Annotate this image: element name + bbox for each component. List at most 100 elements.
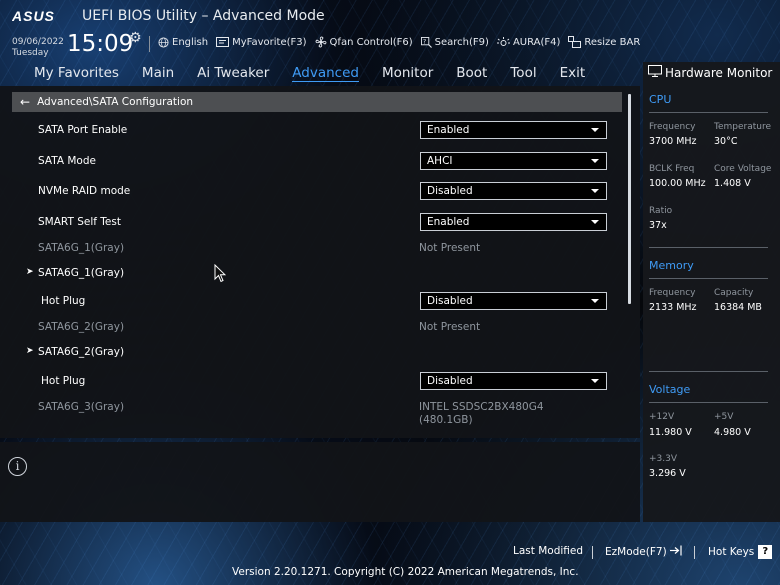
- nvme-raid-mode-dropdown[interactable]: Disabled: [420, 182, 607, 200]
- date-display: 09/06/2022 Tuesday: [12, 37, 64, 59]
- v5-value: 4.980 V: [714, 427, 751, 438]
- voltage-top-divider: [649, 371, 768, 372]
- aura-button[interactable]: AURA(F4): [496, 36, 560, 48]
- aura-icon: [496, 36, 510, 48]
- gear-icon[interactable]: ⚙: [129, 30, 142, 46]
- mouse-cursor-icon: [214, 263, 227, 286]
- globe-icon: [158, 36, 169, 48]
- dropdown-value: Disabled: [427, 185, 473, 197]
- cpu-heading: CPU: [649, 93, 672, 106]
- hardware-monitor-label: Hardware Monitor: [665, 65, 773, 80]
- memory-frequency-value: 2133 MHz: [649, 302, 697, 313]
- ratio-label: Ratio: [649, 206, 673, 216]
- memory-top-divider: [649, 247, 768, 248]
- setting-label: Hot Plug: [41, 375, 86, 387]
- setting-row[interactable]: SATA Mode AHCI: [0, 151, 620, 173]
- search-button[interactable]: ? Search(F9): [420, 36, 489, 48]
- sata-mode-dropdown[interactable]: AHCI: [420, 152, 607, 170]
- cpu-frequency-value: 3700 MHz: [649, 136, 697, 147]
- tab-advanced[interactable]: Advanced: [292, 62, 359, 82]
- fan-icon: [315, 36, 327, 48]
- hot-keys-button[interactable]: Hot Keys ?: [708, 545, 773, 559]
- app-title: UEFI BIOS Utility – Advanced Mode: [82, 8, 325, 24]
- v33-label: +3.3V: [649, 454, 678, 464]
- v12-value: 11.980 V: [649, 427, 692, 438]
- voltage-heading: Voltage: [649, 383, 691, 396]
- tab-main[interactable]: Main: [142, 62, 174, 84]
- svg-text:?: ?: [422, 37, 425, 45]
- tab-my-favorites[interactable]: My Favorites: [34, 62, 119, 84]
- memory-divider: [649, 278, 768, 279]
- sata-port-enable-dropdown[interactable]: Enabled: [420, 121, 607, 139]
- cpu-divider: [649, 112, 768, 113]
- submenu-sata6g-2[interactable]: ➤ SATA6G_2(Gray): [0, 342, 620, 364]
- cpu-frequency-label: Frequency: [649, 122, 696, 132]
- ratio-value: 37x: [649, 220, 667, 231]
- back-arrow-icon[interactable]: ←: [20, 95, 30, 109]
- resize-bar-button[interactable]: Resize BAR: [568, 36, 640, 48]
- chevron-down-icon: [591, 159, 599, 163]
- language-button[interactable]: English: [158, 36, 208, 48]
- bclk-label: BCLK Freq: [649, 164, 695, 174]
- tab-exit[interactable]: Exit: [560, 62, 586, 84]
- tab-ai-tweaker[interactable]: Ai Tweaker: [197, 62, 269, 84]
- dropdown-value: AHCI: [427, 155, 453, 167]
- hot-plug-1-dropdown[interactable]: Disabled: [420, 292, 607, 310]
- svg-text:ASUS: ASUS: [12, 9, 55, 23]
- weekday-text: Tuesday: [12, 48, 49, 58]
- scrollbar[interactable]: [628, 94, 631, 304]
- qfan-control-button[interactable]: Qfan Control(F6): [315, 36, 413, 48]
- port-device: INTEL SSDSC2BX480G4 (480.1GB): [419, 401, 544, 427]
- main-tabs: My Favorites Main Ai Tweaker Advanced Mo…: [0, 62, 640, 84]
- hardware-monitor-title: Hardware Monitor: [648, 65, 772, 80]
- settings-panel: ← Advanced\SATA Configuration SATA Port …: [0, 86, 640, 438]
- setting-row[interactable]: Hot Plug Disabled: [0, 291, 620, 313]
- help-info-panel: i: [0, 442, 640, 522]
- submenu-label: SATA6G_1(Gray): [38, 267, 125, 279]
- help-icon: ?: [758, 545, 773, 559]
- setting-row[interactable]: Hot Plug Disabled: [0, 371, 620, 393]
- tab-tool[interactable]: Tool: [510, 62, 536, 84]
- hot-keys-label: Hot Keys: [708, 546, 755, 558]
- port-status-row: SATA6G_1(Gray) Not Present: [0, 238, 620, 260]
- breadcrumb-path: Advanced\SATA Configuration: [37, 96, 194, 108]
- setting-label: SATA Mode: [38, 155, 96, 167]
- exit-arrow-icon: [669, 545, 683, 559]
- tab-boot[interactable]: Boot: [456, 62, 487, 84]
- ezmode-button[interactable]: EzMode(F7): [605, 545, 683, 559]
- submenu-arrow-icon: ➤: [26, 346, 34, 356]
- memory-capacity-label: Capacity: [714, 288, 754, 298]
- version-text: Version 2.20.1271. Copyright (C) 2022 Am…: [232, 566, 579, 578]
- breadcrumb[interactable]: ← Advanced\SATA Configuration: [12, 92, 622, 112]
- ezmode-label: EzMode(F7): [605, 546, 667, 558]
- submenu-label: SATA6G_2(Gray): [38, 346, 125, 358]
- date-text: 09/06/2022: [12, 37, 64, 47]
- myfavorite-button[interactable]: MyFavorite(F3): [216, 36, 307, 48]
- tab-monitor[interactable]: Monitor: [382, 62, 433, 84]
- v12-label: +12V: [649, 412, 675, 422]
- setting-row[interactable]: NVMe RAID mode Disabled: [0, 181, 620, 203]
- port-label: SATA6G_3(Gray): [38, 401, 125, 413]
- port-device-model: INTEL SSDSC2BX480G4: [419, 401, 544, 413]
- language-label: English: [172, 36, 209, 48]
- hot-plug-2-dropdown[interactable]: Disabled: [420, 372, 607, 390]
- resize-bar-label: Resize BAR: [584, 36, 641, 48]
- smart-self-test-dropdown[interactable]: Enabled: [420, 213, 607, 231]
- setting-row[interactable]: SATA Port Enable Enabled: [0, 120, 620, 142]
- setting-row[interactable]: SMART Self Test Enabled: [0, 212, 620, 234]
- cpu-temperature-value: 30°C: [714, 136, 738, 147]
- favorite-icon: [216, 36, 230, 48]
- chevron-down-icon: [591, 220, 599, 224]
- info-icon: i: [8, 457, 27, 476]
- clock: 15:09: [67, 31, 134, 57]
- setting-label: SATA Port Enable: [38, 124, 128, 136]
- qfan-control-label: Qfan Control(F6): [329, 36, 413, 48]
- footer-divider: [694, 546, 695, 559]
- memory-frequency-label: Frequency: [649, 288, 696, 298]
- header: ASUS UEFI BIOS Utility – Advanced Mode 0…: [0, 0, 780, 60]
- submenu-sata6g-1[interactable]: ➤ SATA6G_1(Gray): [0, 263, 620, 285]
- port-status: Not Present: [419, 321, 481, 333]
- asus-logo: ASUS: [11, 8, 72, 26]
- last-modified-button[interactable]: Last Modified: [513, 545, 583, 557]
- memory-capacity-value: 16384 MB: [714, 302, 762, 313]
